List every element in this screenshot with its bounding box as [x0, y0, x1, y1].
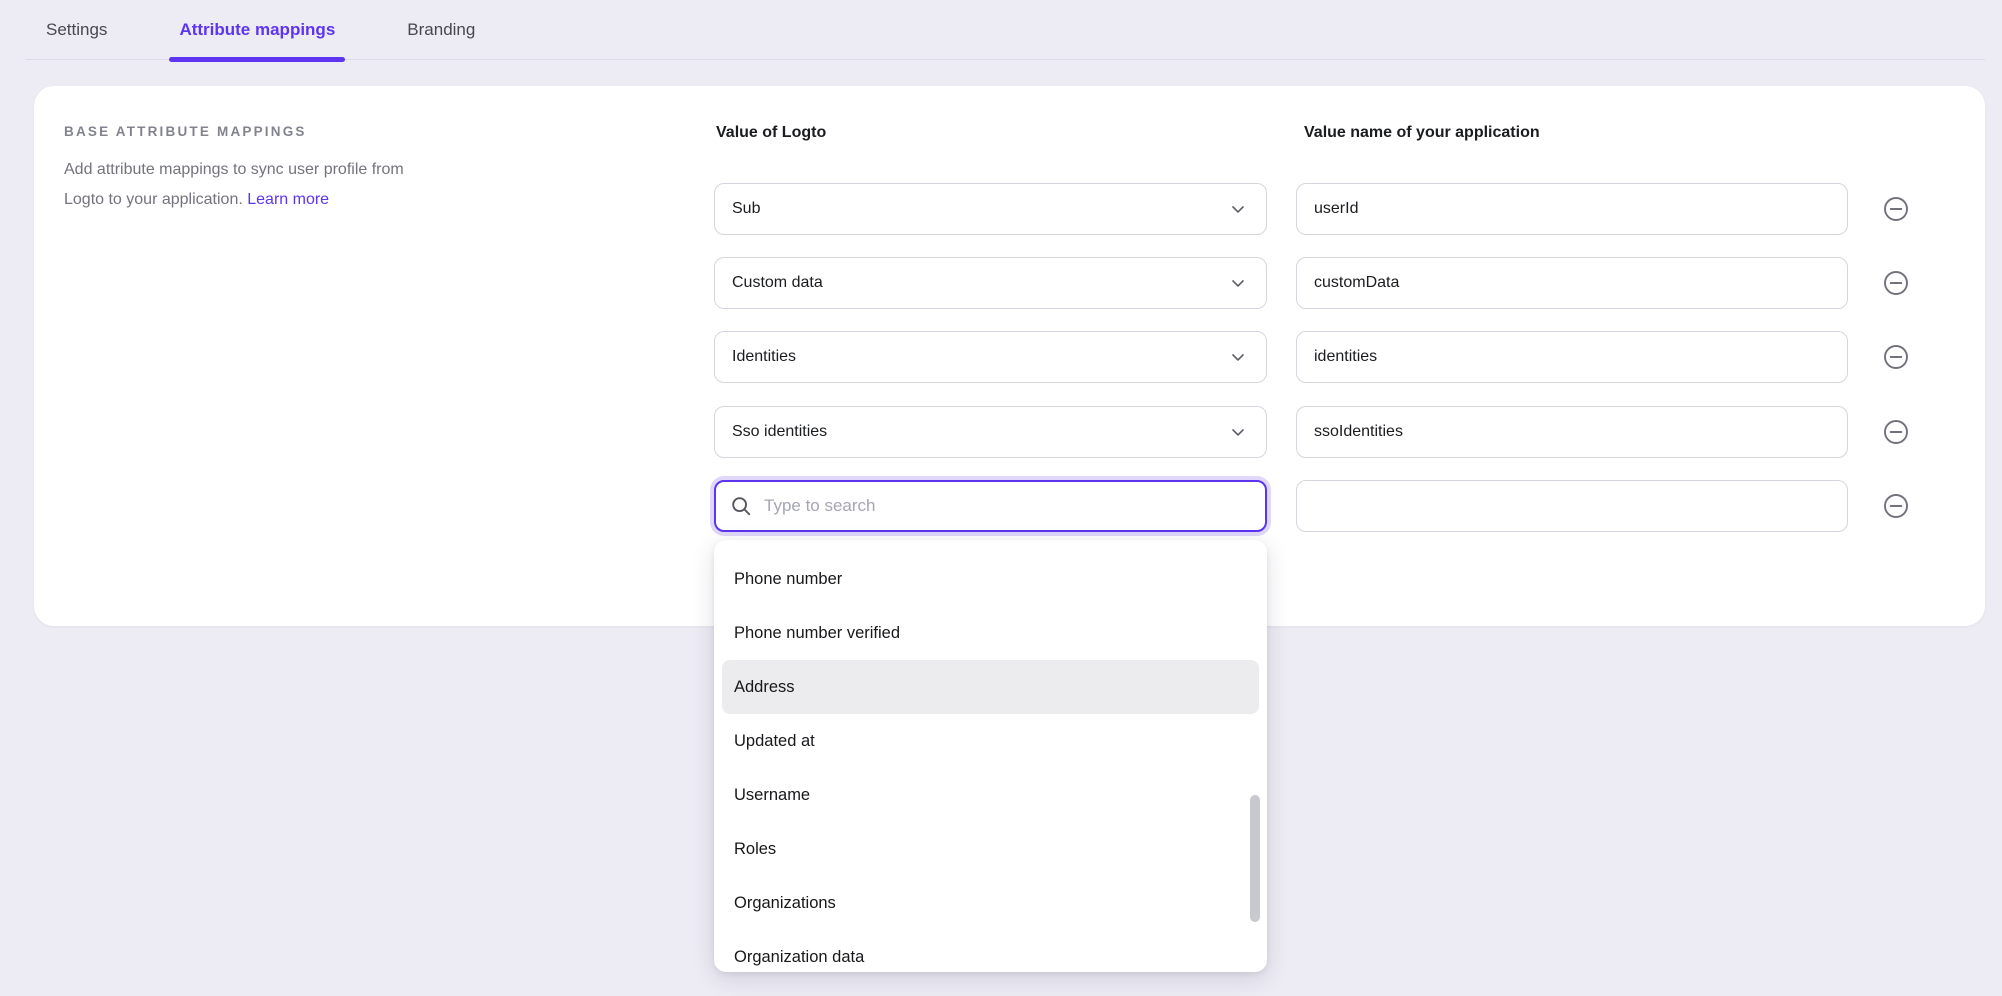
logto-value-selected: Sso identities: [732, 423, 827, 441]
active-tab-underline: [169, 57, 345, 62]
dropdown-item-roles[interactable]: Roles: [722, 822, 1259, 876]
dropdown-item-address[interactable]: Address: [722, 660, 1259, 714]
minus-circle-icon: [1883, 196, 1909, 222]
minus-circle-icon: [1883, 419, 1909, 445]
dropdown-item-organization-data[interactable]: Organization data: [722, 930, 1259, 972]
search-input[interactable]: [764, 496, 1251, 516]
logto-value-select[interactable]: Identities: [714, 331, 1267, 383]
app-value-input[interactable]: [1296, 183, 1848, 235]
mapping-row: Sso identities: [714, 406, 1909, 458]
app-value-input[interactable]: [1296, 331, 1848, 383]
dropdown-item-organizations[interactable]: Organizations: [722, 876, 1259, 930]
logto-value-select[interactable]: Sso identities: [714, 406, 1267, 458]
dropdown-item-phone-number[interactable]: Phone number: [722, 552, 1259, 606]
section-description-text: Add attribute mappings to sync user prof…: [64, 161, 404, 208]
logto-value-selected: Sub: [732, 200, 760, 218]
search-icon: [730, 495, 752, 517]
tab-branding-label: Branding: [407, 20, 475, 40]
chevron-down-icon: [1228, 199, 1248, 219]
remove-mapping-button[interactable]: [1883, 419, 1909, 445]
logto-value-selected: Identities: [732, 348, 796, 366]
remove-mapping-button[interactable]: [1883, 196, 1909, 222]
column-header-logto-value: Value of Logto: [716, 124, 826, 142]
tab-settings[interactable]: Settings: [36, 0, 117, 60]
tab-branding[interactable]: Branding: [397, 0, 485, 60]
tab-attribute-mappings-label: Attribute mappings: [179, 20, 335, 40]
section-description: Add attribute mappings to sync user prof…: [64, 155, 446, 215]
tab-attribute-mappings[interactable]: Attribute mappings: [169, 0, 345, 60]
logto-value-select[interactable]: Sub: [714, 183, 1267, 235]
attribute-dropdown-menu: Phone number Phone number verified Addre…: [714, 540, 1267, 972]
app-value-input[interactable]: [1296, 257, 1848, 309]
remove-mapping-button[interactable]: [1883, 493, 1909, 519]
minus-circle-icon: [1883, 493, 1909, 519]
logto-value-selected: Custom data: [732, 274, 823, 292]
chevron-down-icon: [1228, 347, 1248, 367]
dropdown-item-username[interactable]: Username: [722, 768, 1259, 822]
dropdown-scrollbar-thumb[interactable]: [1250, 795, 1260, 922]
minus-circle-icon: [1883, 344, 1909, 370]
chevron-down-icon: [1228, 273, 1248, 293]
logto-value-select[interactable]: Custom data: [714, 257, 1267, 309]
remove-mapping-button[interactable]: [1883, 270, 1909, 296]
section-info: BASE ATTRIBUTE MAPPINGS Add attribute ma…: [64, 124, 456, 215]
mapping-row-new: [714, 480, 1909, 532]
learn-more-link[interactable]: Learn more: [247, 191, 329, 208]
dropdown-item-updated-at[interactable]: Updated at: [722, 714, 1259, 768]
mapping-row: Identities: [714, 331, 1909, 383]
column-header-app-value: Value name of your application: [1304, 124, 1540, 142]
dropdown-item-phone-number-verified[interactable]: Phone number verified: [722, 606, 1259, 660]
tabbar: Settings Attribute mappings Branding: [0, 0, 2002, 60]
mapping-row: Sub: [714, 183, 1909, 235]
mapping-row: Custom data: [714, 257, 1909, 309]
chevron-down-icon: [1228, 422, 1248, 442]
app-value-input[interactable]: [1296, 406, 1848, 458]
section-title: BASE ATTRIBUTE MAPPINGS: [64, 124, 456, 139]
app-value-input-empty[interactable]: [1296, 480, 1848, 532]
tab-settings-label: Settings: [46, 20, 107, 40]
remove-mapping-button[interactable]: [1883, 344, 1909, 370]
minus-circle-icon: [1883, 270, 1909, 296]
logto-value-search[interactable]: [714, 480, 1267, 532]
